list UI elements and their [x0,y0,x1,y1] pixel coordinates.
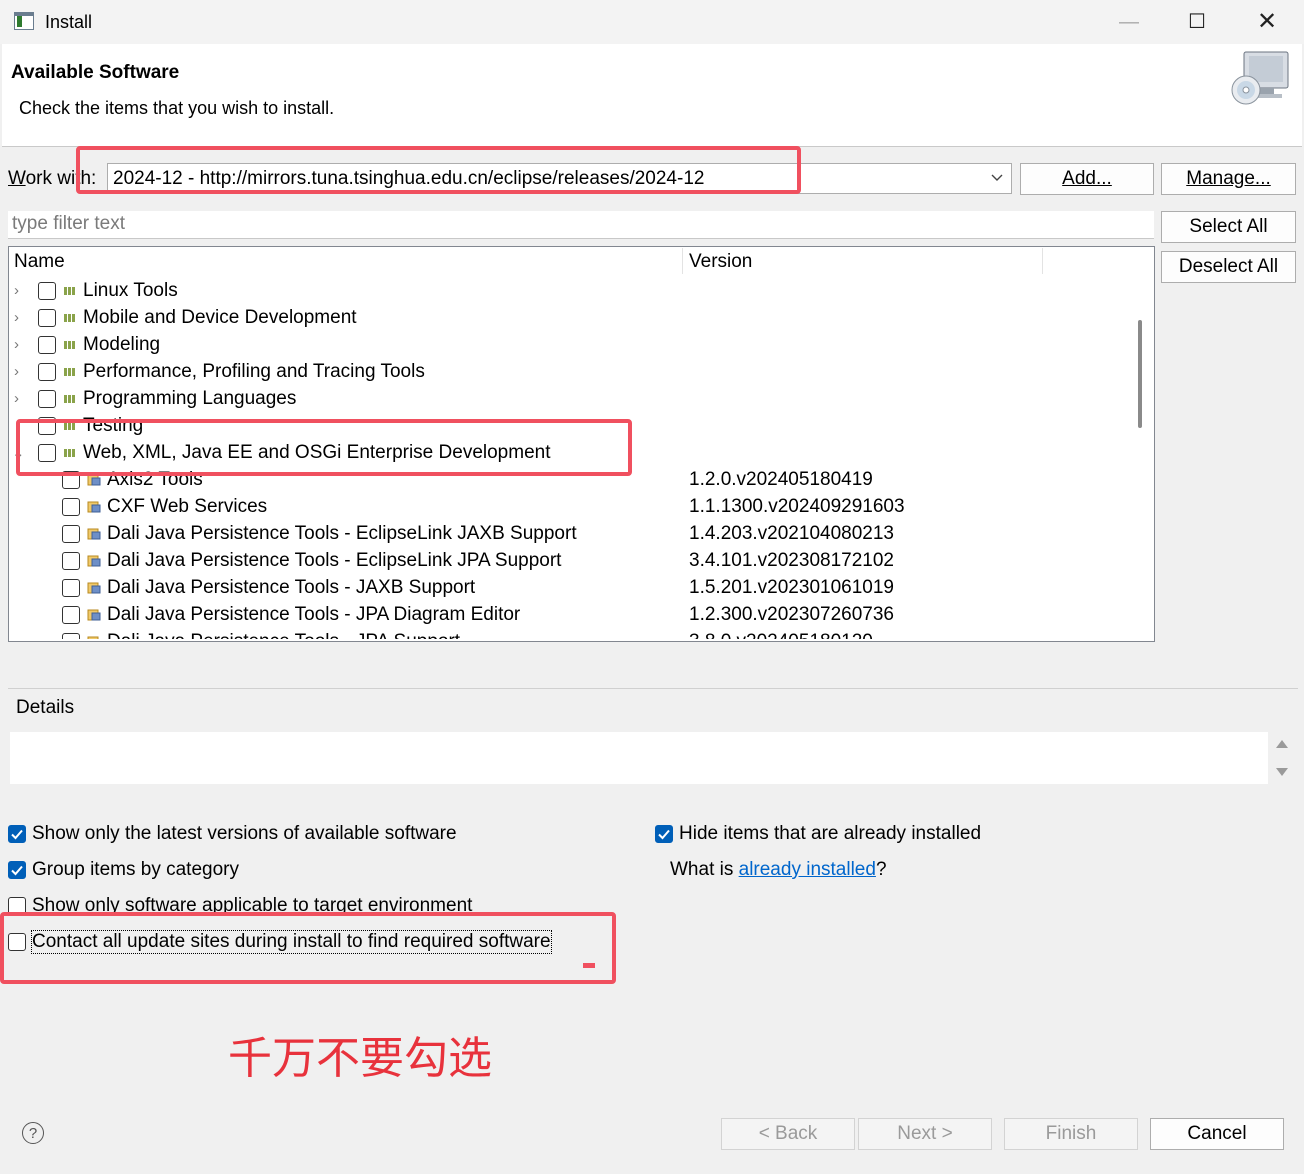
chevron-right-icon[interactable]: › [14,309,19,326]
app-icon [14,12,34,30]
manage-button[interactable]: Manage... [1161,163,1296,195]
category-icon [64,395,75,403]
tree-row-item[interactable]: CXF Web Services 1.1.1300.v202409291603 [62,495,1122,522]
row-checkbox[interactable] [38,309,56,327]
category-label: Linux Tools [83,280,178,301]
chevron-right-icon[interactable]: › [14,390,19,407]
tree-row-item[interactable]: Dali Java Persistence Tools - EclipseLin… [62,522,1122,549]
item-version: 1.5.201.v202301061019 [689,577,894,598]
item-version: 1.4.203.v202104080213 [689,523,894,544]
chevron-down-icon [991,174,1003,181]
row-checkbox[interactable] [62,579,80,597]
category-label: Programming Languages [83,388,297,409]
tree-row-item[interactable]: Dali Java Persistence Tools - JPA Suppor… [62,630,1122,639]
maximize-button[interactable]: ☐ [1180,8,1214,36]
hide-installed-checkbox[interactable] [655,825,673,843]
cancel-button[interactable]: Cancel [1150,1118,1284,1150]
feature-plugin-icon [87,636,99,639]
page-subtitle: Check the items that you wish to install… [19,98,335,118]
row-checkbox[interactable] [62,498,80,516]
tree-scrollbar-thumb[interactable] [1138,320,1142,428]
item-version: 3.4.101.v202308172102 [689,550,894,571]
column-separator [1042,248,1043,274]
category-label: Performance, Profiling and Tracing Tools [83,361,425,382]
item-name: Dali Java Persistence Tools - JPA Diagra… [107,604,521,625]
column-separator [682,248,683,274]
install-banner-icon [1228,48,1292,110]
check-icon [11,829,23,840]
details-title: Details [16,697,75,718]
group-by-category-label[interactable]: Group items by category [32,859,239,881]
finish-button[interactable]: Finish [1004,1118,1138,1150]
scroll-up-icon[interactable] [1276,740,1288,748]
feature-plugin-icon [87,609,101,621]
row-checkbox[interactable] [62,606,80,624]
row-checkbox[interactable] [38,336,56,354]
item-name: Dali Java Persistence Tools - JAXB Suppo… [107,577,476,598]
filter-input[interactable] [8,211,1116,237]
row-checkbox[interactable] [38,363,56,381]
already-installed-link[interactable]: already installed [739,859,876,880]
select-all-button[interactable]: Select All [1161,211,1296,243]
minimize-button[interactable]: — [1112,8,1146,36]
deselect-all-button[interactable]: Deselect All [1161,251,1296,283]
highlight-box-work-with [76,146,801,194]
column-header-name[interactable]: Name [14,251,65,273]
dialog-header [2,44,1302,147]
next-button[interactable]: Next > [858,1118,992,1150]
tree-row-item[interactable]: Dali Java Persistence Tools - EclipseLin… [62,549,1122,576]
category-icon [64,287,75,295]
show-latest-label[interactable]: Show only the latest versions of availab… [32,823,457,845]
category-label: Modeling [83,334,161,355]
check-icon [658,829,670,840]
window-title: Install [45,12,93,32]
category-icon [64,314,75,322]
item-version: 1.2.0.v202405180419 [689,469,873,490]
feature-plugin-icon [87,501,101,513]
help-icon[interactable]: ? [22,1122,44,1144]
row-checkbox[interactable] [62,552,80,570]
chevron-right-icon[interactable]: › [14,336,19,353]
show-latest-checkbox[interactable] [8,825,26,843]
back-button[interactable]: < Back [721,1118,855,1150]
page-title: Available Software [11,62,180,83]
item-name: Dali Java Persistence Tools - EclipseLin… [107,523,577,544]
feature-plugin-icon [87,528,101,540]
highlight-box-contact-sites [0,912,616,984]
column-header-version[interactable]: Version [689,251,752,273]
details-text-area[interactable] [10,732,1268,784]
item-version: 1.1.1300.v202409291603 [689,496,905,517]
annotation-text: 千万不要勾选 [228,1033,492,1084]
filter-field[interactable] [8,211,1154,239]
item-name: CXF Web Services [107,496,268,517]
category-icon [64,341,75,349]
row-checkbox[interactable] [62,525,80,543]
add-button[interactable]: Add... [1020,163,1154,195]
item-version: 1.2.300.v202307260736 [689,604,894,625]
chevron-right-icon[interactable]: › [14,282,19,299]
row-checkbox[interactable] [62,633,80,639]
what-is-installed-text: What is already installed? [670,859,887,880]
tree-row-item[interactable]: Dali Java Persistence Tools - JPA Diagra… [62,603,1122,630]
scroll-down-icon[interactable] [1276,768,1288,776]
title-bar [0,0,1304,44]
category-label: Mobile and Device Development [83,307,357,328]
highlight-box-web-category [16,419,632,476]
tree-row-item[interactable]: Dali Java Persistence Tools - JAXB Suppo… [62,576,1122,603]
hide-installed-label[interactable]: Hide items that are already installed [679,823,981,845]
row-checkbox[interactable] [38,282,56,300]
chevron-right-icon[interactable]: › [14,363,19,380]
feature-plugin-icon [87,582,101,594]
feature-plugin-icon [87,555,101,567]
annotation-mark [583,963,595,968]
check-icon [11,865,23,876]
item-version: 3.8.0.v202405180120 [689,631,873,639]
close-button[interactable]: ✕ [1250,8,1284,36]
group-by-category-checkbox[interactable] [8,861,26,879]
item-name: Dali Java Persistence Tools - JPA Suppor… [107,631,460,639]
category-icon [64,368,75,376]
row-checkbox[interactable] [38,390,56,408]
item-name: Dali Java Persistence Tools - EclipseLin… [107,550,562,571]
